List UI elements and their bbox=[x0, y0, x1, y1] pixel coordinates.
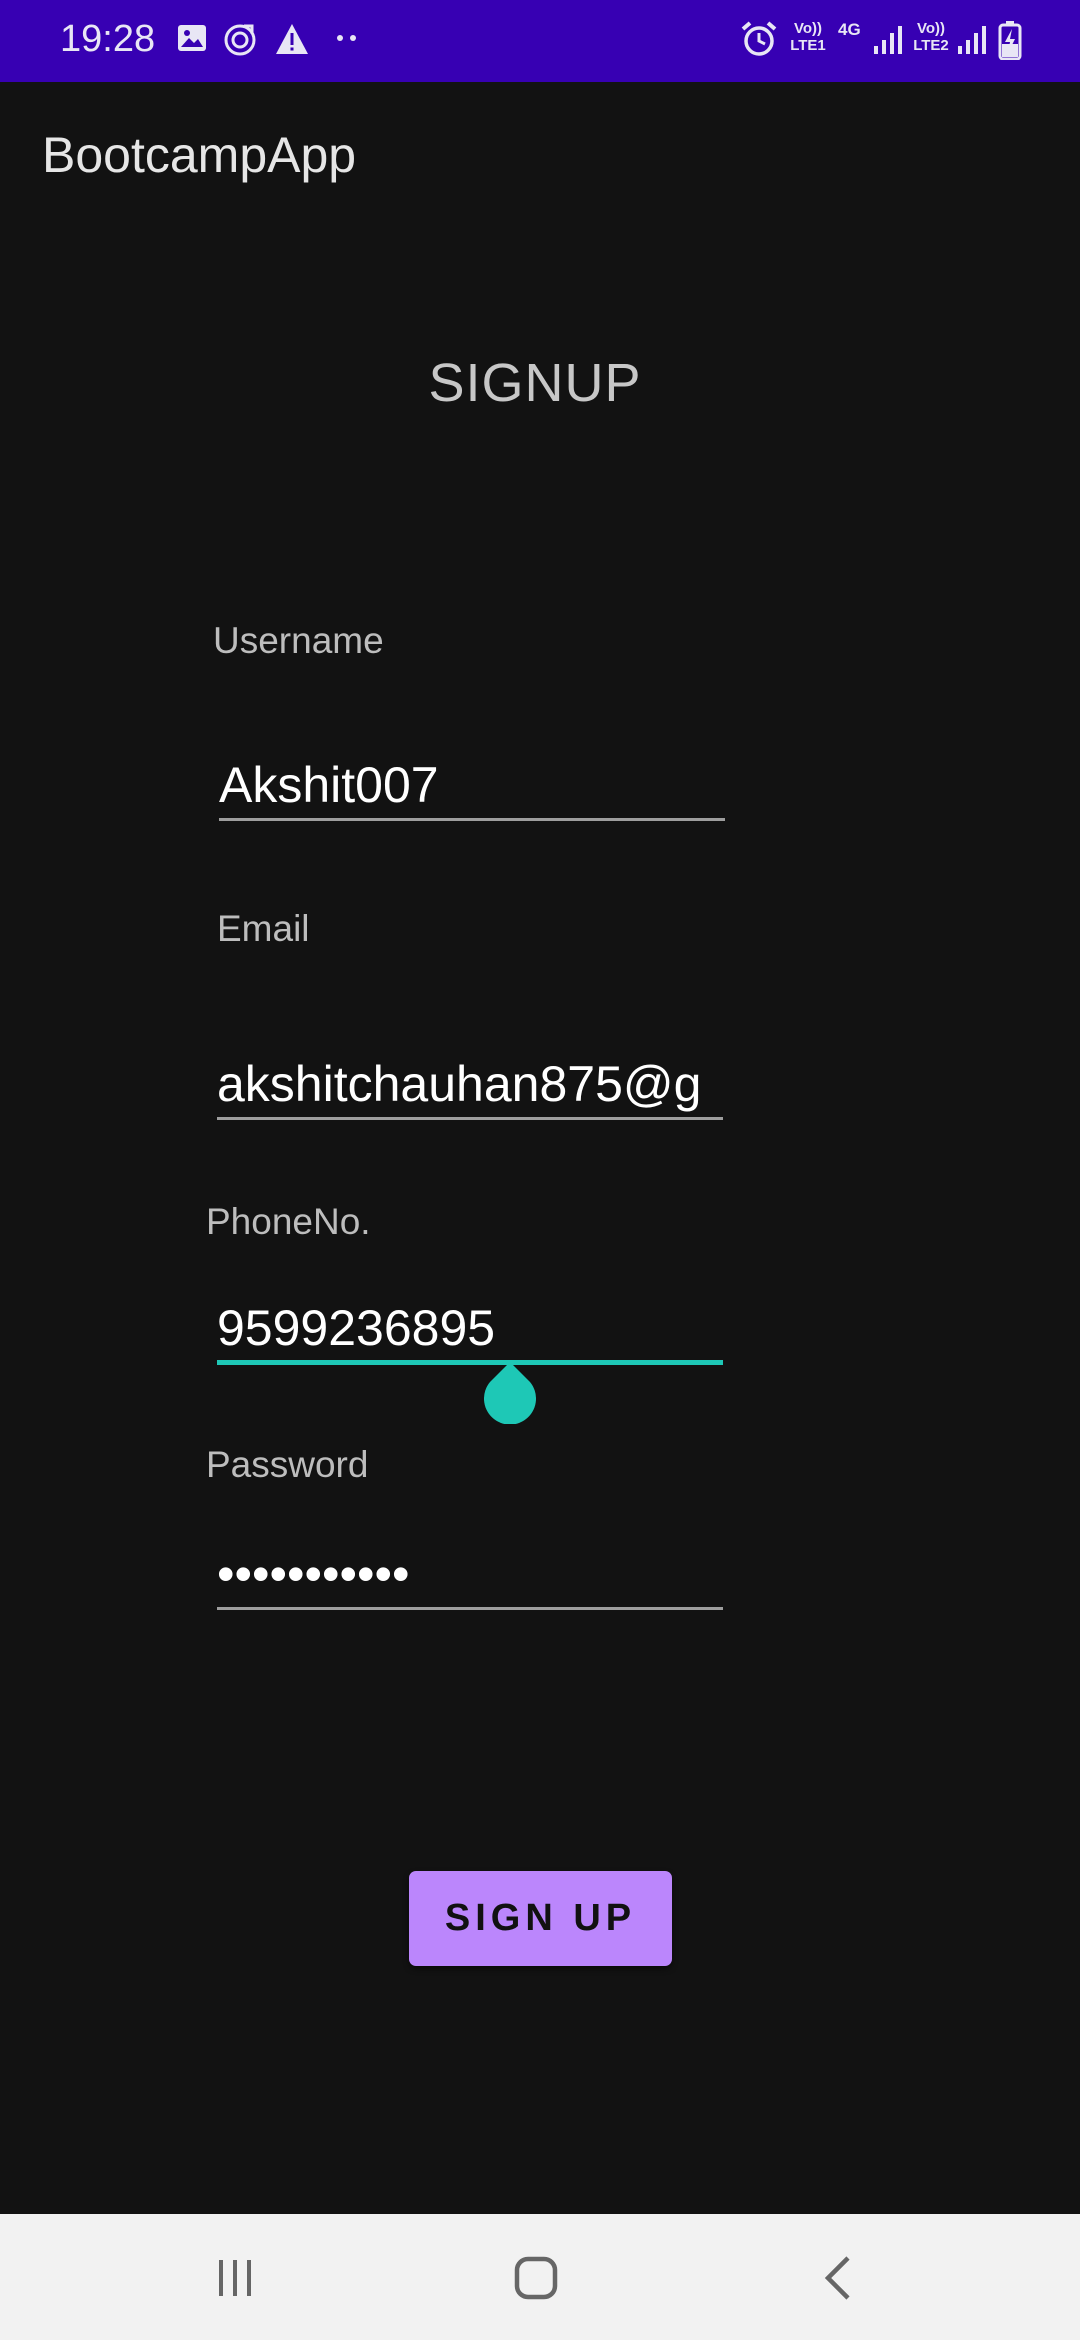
username-input[interactable] bbox=[219, 751, 725, 821]
password-input[interactable] bbox=[217, 1540, 723, 1610]
recent-apps-icon[interactable] bbox=[205, 2248, 265, 2308]
home-icon[interactable] bbox=[506, 2248, 566, 2308]
sign-up-button[interactable]: SIGN UP bbox=[409, 1871, 672, 1966]
signal-sim2-icon bbox=[958, 26, 986, 54]
phone-input[interactable] bbox=[217, 1295, 723, 1365]
volte-sim2-icon: Vo)) LTE2 bbox=[913, 20, 949, 54]
text-cursor-handle[interactable] bbox=[484, 1362, 536, 1424]
4g-data-icon: 4G bbox=[838, 20, 861, 39]
more-dots-icon bbox=[337, 35, 356, 41]
navigation-bar bbox=[0, 2214, 1080, 2340]
username-label: Username bbox=[213, 620, 384, 661]
battery-charging-icon bbox=[998, 21, 1022, 60]
status-bar: 19:28 Vo)) LTE1 4G Vo)) LTE2 bbox=[0, 0, 1080, 82]
app-title: BootcampApp bbox=[42, 127, 357, 183]
alarm-icon bbox=[741, 21, 777, 56]
status-time: 19:28 bbox=[60, 18, 156, 60]
email-input[interactable] bbox=[217, 1050, 723, 1120]
sync-icon bbox=[224, 24, 256, 56]
image-icon bbox=[178, 25, 206, 51]
password-label: Password bbox=[206, 1444, 369, 1485]
email-label: Email bbox=[217, 908, 310, 949]
back-icon[interactable] bbox=[810, 2248, 870, 2308]
signal-sim1-icon bbox=[874, 26, 902, 54]
volte-sim1-icon: Vo)) LTE1 bbox=[790, 20, 826, 54]
signup-heading: SIGNUP bbox=[428, 353, 642, 413]
phone-label: PhoneNo. bbox=[206, 1201, 371, 1242]
warning-icon bbox=[276, 24, 308, 54]
